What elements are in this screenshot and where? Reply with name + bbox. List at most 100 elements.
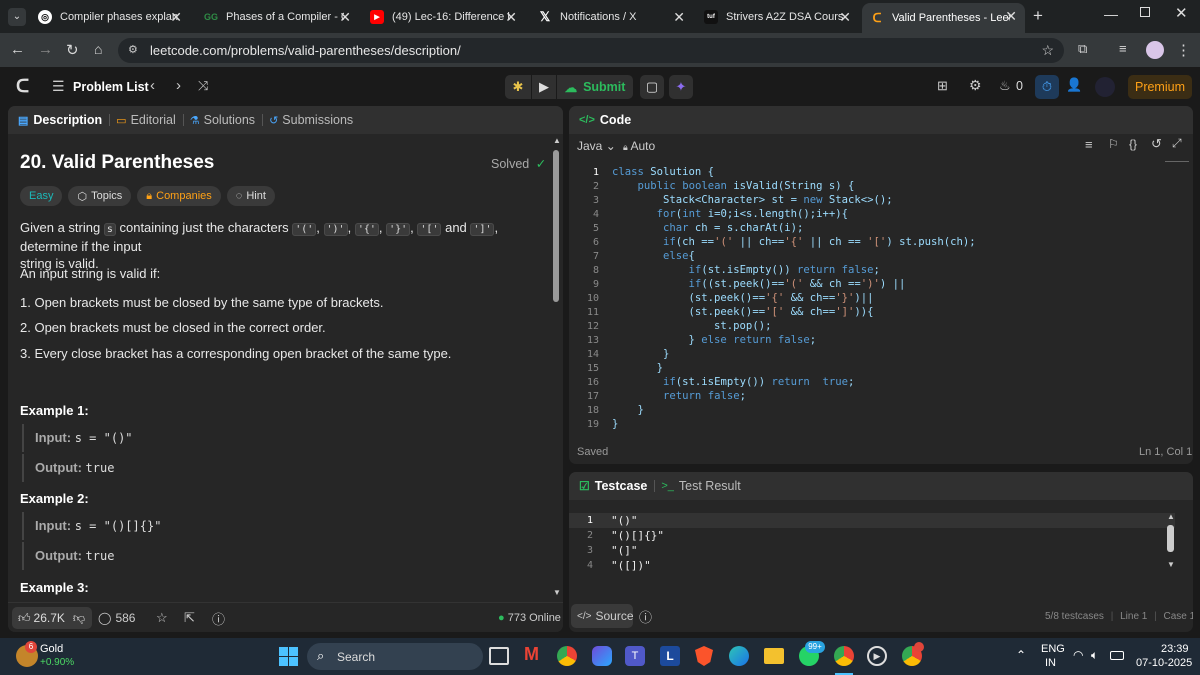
wifi-icon[interactable]: ◠: [1073, 648, 1083, 662]
premium-button[interactable]: Premium: [1128, 75, 1192, 99]
url-bar[interactable]: ⚙ leetcode.com/problems/valid-parenthese…: [118, 38, 1064, 63]
scroll-down-icon[interactable]: ▼: [1167, 560, 1175, 569]
timer-icon[interactable]: ⏱: [1035, 75, 1059, 99]
ai-sparkle-icon[interactable]: ✦: [669, 75, 693, 99]
close-window-button[interactable]: ✕: [1175, 4, 1188, 22]
help-circle-icon[interactable]: ⓘ: [639, 607, 652, 626]
reset-icon[interactable]: ↺: [1151, 136, 1162, 152]
leetcode-logo-icon[interactable]: ᑕ: [16, 76, 29, 97]
testcase-scrollbar[interactable]: ▲ ▼: [1166, 512, 1176, 572]
problem-list-link[interactable]: Problem List: [73, 80, 149, 94]
submit-button[interactable]: ☁ Submit: [557, 75, 633, 99]
braces-icon[interactable]: {}: [1129, 137, 1137, 151]
next-problem-icon[interactable]: ›: [176, 77, 181, 94]
tab-testcase[interactable]: ☑ Testcase: [579, 479, 647, 493]
tab-submissions[interactable]: ↺ Submissions: [269, 113, 353, 127]
companies-chip[interactable]: 🔒︎ Companies: [137, 186, 221, 206]
scroll-up-icon[interactable]: ▲: [1167, 512, 1175, 521]
forward-icon[interactable]: →: [38, 41, 53, 58]
back-icon[interactable]: ←: [10, 41, 25, 58]
like-button[interactable]: 👍︎ 26.7K 👎︎: [12, 607, 92, 629]
debug-icon[interactable]: ✱: [505, 75, 531, 99]
code-line[interactable]: }: [612, 348, 669, 360]
description-scrollbar[interactable]: ▲ ▼: [553, 136, 561, 602]
media-player-icon[interactable]: ▶: [867, 646, 887, 666]
testcase-input[interactable]: "()": [611, 514, 638, 527]
scrollbar-thumb[interactable]: [1167, 525, 1174, 552]
code-line[interactable]: }: [612, 404, 644, 416]
clock-date[interactable]: 07-10-2025: [1136, 657, 1192, 669]
code-line[interactable]: } else return false;: [612, 334, 817, 346]
copilot-icon[interactable]: [592, 646, 612, 666]
scrollbar-thumb[interactable]: [553, 150, 559, 302]
bookmark-icon[interactable]: ⚐: [1108, 137, 1119, 151]
lichess-icon[interactable]: L: [660, 646, 680, 666]
close-icon[interactable]: ✕: [170, 9, 182, 26]
code-line[interactable]: if(ch =='(' || ch=='{' || ch == '[') st.…: [612, 236, 976, 248]
task-view-icon[interactable]: [489, 647, 509, 665]
new-tab-button[interactable]: +: [1033, 6, 1043, 26]
input-language[interactable]: ENG: [1041, 643, 1065, 655]
brave-icon[interactable]: [695, 646, 713, 666]
close-icon[interactable]: ✕: [1005, 8, 1017, 25]
site-info-icon[interactable]: ⚙: [128, 38, 138, 63]
help-circle-icon[interactable]: ⓘ: [212, 609, 225, 628]
shuffle-icon[interactable]: ⤨: [198, 78, 208, 94]
code-line[interactable]: if(st.isEmpty()) return false;: [612, 264, 880, 276]
language-select[interactable]: Java ⌄: [577, 139, 616, 153]
gmail-icon[interactable]: M: [524, 644, 539, 665]
profile-avatar[interactable]: [1146, 41, 1164, 59]
code-line[interactable]: Stack<Character> st = new Stack<>();: [612, 194, 893, 206]
share-icon[interactable]: ⇱: [184, 610, 195, 626]
testcase-input[interactable]: "(]": [611, 544, 638, 557]
chrome-profile-icon[interactable]: [834, 646, 854, 666]
reload-icon[interactable]: ↻: [66, 41, 79, 59]
minimize-button[interactable]: —: [1104, 6, 1118, 22]
close-icon[interactable]: ✕: [673, 9, 685, 26]
topics-chip[interactable]: ⬡ Topics: [68, 186, 132, 206]
auto-mode-toggle[interactable]: 🔒︎ Auto: [623, 139, 655, 153]
scroll-down-icon[interactable]: ▼: [553, 588, 561, 597]
edge-icon[interactable]: [729, 646, 749, 666]
add-friend-icon[interactable]: 👤: [1066, 77, 1082, 93]
tab-takeuforward[interactable]: tuf Strivers A2Z DSA Course/Sh ✕: [696, 4, 859, 30]
file-explorer-icon[interactable]: [764, 648, 784, 664]
tab-youtube[interactable]: ▶ (49) Lec-16: Difference betw ✕: [362, 4, 525, 30]
tab-description[interactable]: ▤ Description: [18, 113, 102, 127]
tab-chatgpt[interactable]: ◎ Compiler phases explanatio ✕: [30, 4, 190, 30]
home-icon[interactable]: ⌂: [94, 41, 102, 57]
hint-chip[interactable]: ◌ Hint: [226, 186, 275, 206]
bookmark-star-icon[interactable]: ☆: [1041, 38, 1054, 63]
source-button[interactable]: </> Source: [571, 604, 634, 628]
code-line[interactable]: return false;: [612, 390, 746, 402]
code-line[interactable]: if((st.peek()=='(' && ch ==')') ||: [612, 278, 906, 290]
format-icon[interactable]: ≡: [1085, 137, 1093, 152]
windows-start-icon[interactable]: [279, 647, 298, 666]
code-line[interactable]: class Solution {: [612, 166, 714, 178]
clock-time[interactable]: 23:39: [1161, 643, 1189, 655]
tab-solutions[interactable]: ⚗ Solutions: [190, 113, 255, 127]
testcase-input[interactable]: "()[]{}": [611, 529, 664, 542]
close-icon[interactable]: ✕: [505, 9, 517, 26]
layout-icon[interactable]: ⊞: [937, 78, 948, 94]
streak-flame-icon[interactable]: ♨: [999, 78, 1011, 94]
code-line[interactable]: if(st.isEmpty()) return true;: [612, 376, 854, 388]
problem-title[interactable]: 20. Valid Parentheses: [20, 152, 214, 174]
maximize-button[interactable]: [1140, 7, 1150, 17]
tab-gfg[interactable]: GG Phases of a Compiler - Gee ✕: [196, 4, 359, 30]
tab-code[interactable]: </> Code: [579, 113, 631, 127]
teams-icon[interactable]: T: [625, 646, 645, 666]
extensions-icon[interactable]: ⧉: [1078, 41, 1087, 57]
comments-button[interactable]: ◯ 586: [98, 611, 135, 625]
code-line[interactable]: else{: [612, 250, 695, 262]
close-icon[interactable]: ✕: [339, 9, 351, 26]
favorite-star-icon[interactable]: ☆: [156, 610, 168, 626]
tab-search-button[interactable]: ⌄: [8, 8, 26, 26]
taskbar-search[interactable]: ⌕ Search: [307, 643, 483, 670]
code-line[interactable]: }: [612, 418, 618, 430]
code-line[interactable]: for(int i=0;i<s.length();i++){: [612, 208, 848, 220]
media-controls-icon[interactable]: ≡: [1119, 41, 1127, 56]
close-icon[interactable]: ✕: [839, 9, 851, 26]
chrome-menu-icon[interactable]: ⋮: [1176, 41, 1191, 59]
user-avatar[interactable]: [1095, 77, 1115, 97]
